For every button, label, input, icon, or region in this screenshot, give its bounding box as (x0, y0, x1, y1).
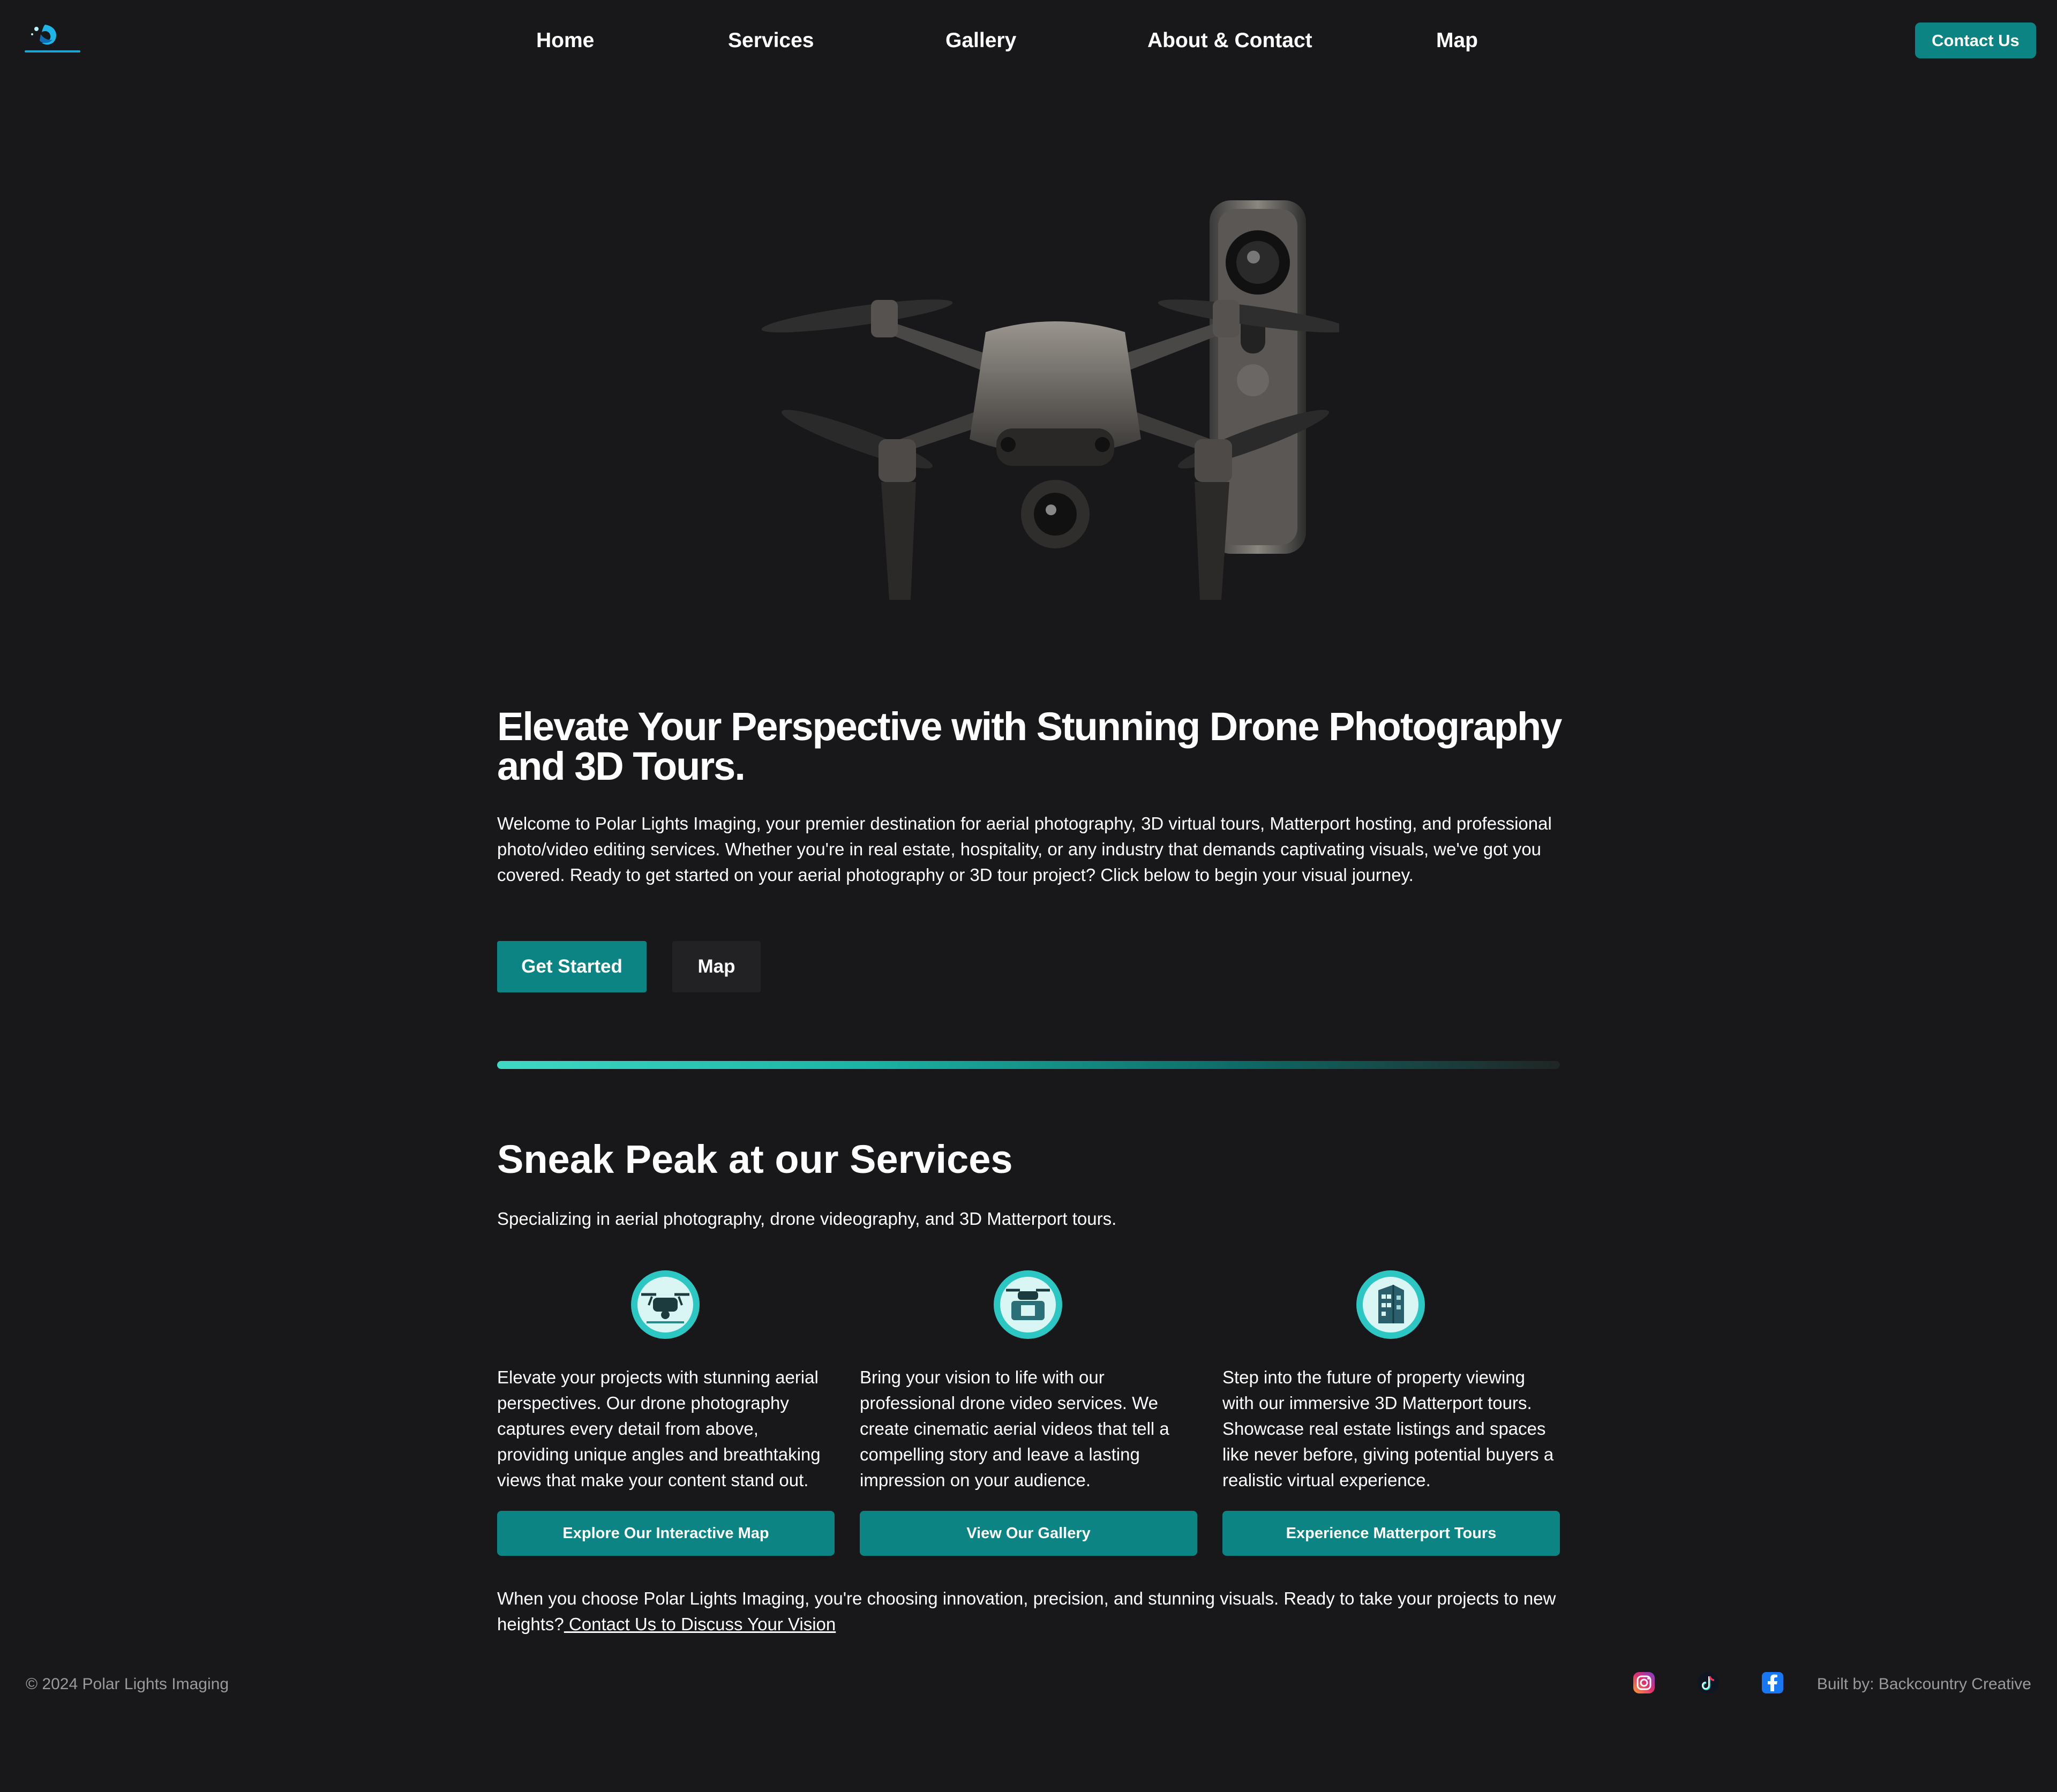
view-gallery-button[interactable]: View Our Gallery (860, 1511, 1197, 1556)
drone-photography-icon (631, 1270, 700, 1339)
service-text-photography: Elevate your projects with stunning aeri… (497, 1367, 821, 1490)
service-text-video: Bring your vision to life with our profe… (860, 1367, 1169, 1490)
tiktok-icon[interactable] (1695, 1670, 1721, 1696)
closing-text: When you choose Polar Lights Imaging, yo… (497, 1586, 1563, 1637)
nav-gallery[interactable]: Gallery (945, 26, 1016, 56)
copyright: © 2024 Polar Lights Imaging (26, 1675, 229, 1693)
services-subtitle: Specializing in aerial photography, dron… (497, 1209, 1117, 1229)
contact-vision-link[interactable]: Contact Us to Discuss Your Vision (564, 1614, 836, 1634)
section-divider (497, 1061, 1560, 1069)
contact-us-button[interactable]: Contact Us (1915, 22, 2036, 58)
hero-title: Elevate Your Perspective with Stunning D… (497, 704, 1562, 788)
nav-home[interactable]: Home (536, 26, 594, 56)
nav-services[interactable]: Services (728, 26, 814, 56)
built-by-credit: Built by: Backcountry Creative (1816, 1675, 2031, 1693)
instagram-icon[interactable] (1631, 1670, 1657, 1696)
matterport-tours-button[interactable]: Experience Matterport Tours (1222, 1511, 1560, 1556)
facebook-icon[interactable] (1760, 1670, 1785, 1696)
drone-and-360-camera-image (761, 200, 1339, 600)
drone-video-icon (994, 1270, 1062, 1339)
get-started-button[interactable]: Get Started (497, 941, 647, 992)
nav-about-contact[interactable]: About & Contact (1147, 26, 1312, 56)
hero-description: Welcome to Polar Lights Imaging, your pr… (497, 814, 1552, 885)
3d-building-icon (1356, 1270, 1425, 1339)
page: Home Services Gallery About & Contact Ma… (0, 0, 2057, 1792)
service-text-matterport: Step into the future of property viewing… (1222, 1367, 1554, 1490)
nav-map[interactable]: Map (1436, 26, 1478, 56)
polar-lights-logo-icon[interactable] (20, 20, 85, 59)
services-title: Sneak Peak at our Services (497, 1137, 1013, 1181)
map-button[interactable]: Map (672, 941, 761, 992)
explore-map-button[interactable]: Explore Our Interactive Map (497, 1511, 835, 1556)
